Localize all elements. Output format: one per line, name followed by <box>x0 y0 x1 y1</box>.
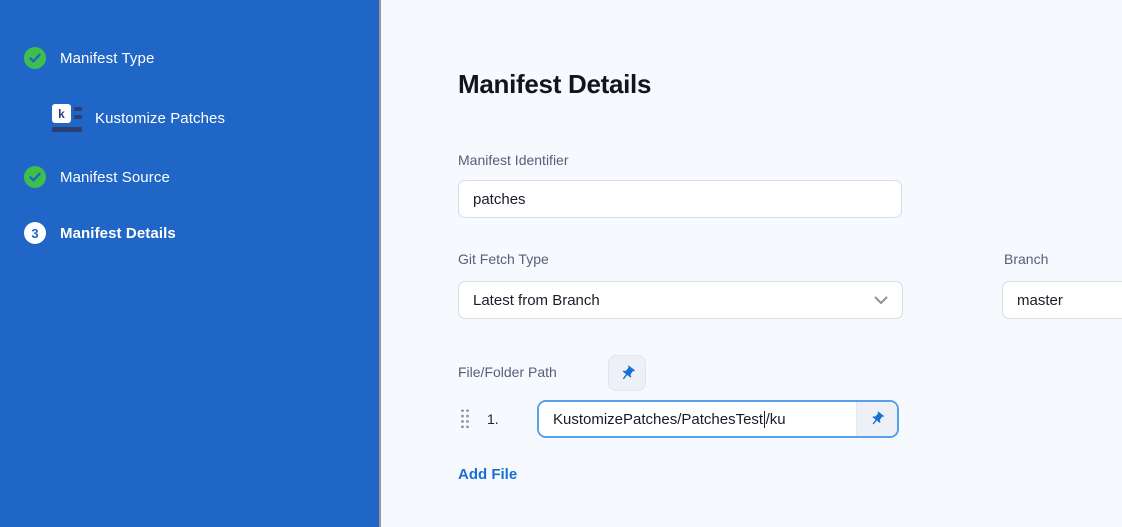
manifest-identifier-value: patches <box>473 191 526 208</box>
add-file-button[interactable]: Add File <box>458 466 517 483</box>
page-title: Manifest Details <box>458 69 651 100</box>
path-pin-toggle-button[interactable] <box>856 402 897 436</box>
runtime-input-pin-button[interactable] <box>608 355 646 391</box>
file-path-value-before-caret: KustomizePatches/PatchesTest <box>553 411 763 428</box>
step-label: Manifest Source <box>60 169 170 186</box>
branch-input[interactable]: master <box>1002 281 1122 319</box>
file-path-value-after-caret: /ku <box>766 411 786 428</box>
manifest-identifier-label: Manifest Identifier <box>458 152 569 168</box>
step-manifest-type[interactable]: Manifest Type <box>24 47 154 69</box>
drag-handle-icon[interactable] <box>460 408 470 429</box>
check-icon <box>24 166 46 188</box>
pin-icon <box>869 411 885 427</box>
git-fetch-type-label: Git Fetch Type <box>458 251 549 267</box>
manifest-wizard-window: Manifest Type k Kustomize Patches Manife… <box>0 0 1122 527</box>
kustomize-icon: k <box>52 104 82 133</box>
path-row-index: 1. <box>487 411 499 427</box>
git-fetch-type-dropdown[interactable]: Latest from Branch <box>458 281 903 319</box>
step-label: Kustomize Patches <box>95 110 225 127</box>
branch-label: Branch <box>1004 251 1048 267</box>
wizard-steps-sidebar: Manifest Type k Kustomize Patches Manife… <box>0 0 381 527</box>
step-label: Manifest Details <box>60 225 176 242</box>
check-icon <box>24 47 46 69</box>
branch-value: master <box>1017 292 1063 309</box>
pin-icon <box>619 365 636 382</box>
step-number-badge: 3 <box>24 222 46 244</box>
step-manifest-source[interactable]: Manifest Source <box>24 166 170 188</box>
manifest-identifier-input[interactable]: patches <box>458 180 902 218</box>
file-folder-path-label: File/Folder Path <box>458 364 557 380</box>
manifest-details-panel: Manifest Details Manifest Identifier pat… <box>381 0 1122 527</box>
step-sub-kustomize-patches[interactable]: k Kustomize Patches <box>52 104 225 133</box>
git-fetch-type-value: Latest from Branch <box>473 292 600 309</box>
step-label: Manifest Type <box>60 50 154 67</box>
chevron-down-icon <box>874 296 888 305</box>
step-manifest-details-current[interactable]: 3 Manifest Details <box>24 222 176 244</box>
path-row-input-group: KustomizePatches/PatchesTest/ku <box>537 400 899 438</box>
file-path-input[interactable]: KustomizePatches/PatchesTest/ku <box>539 402 856 436</box>
